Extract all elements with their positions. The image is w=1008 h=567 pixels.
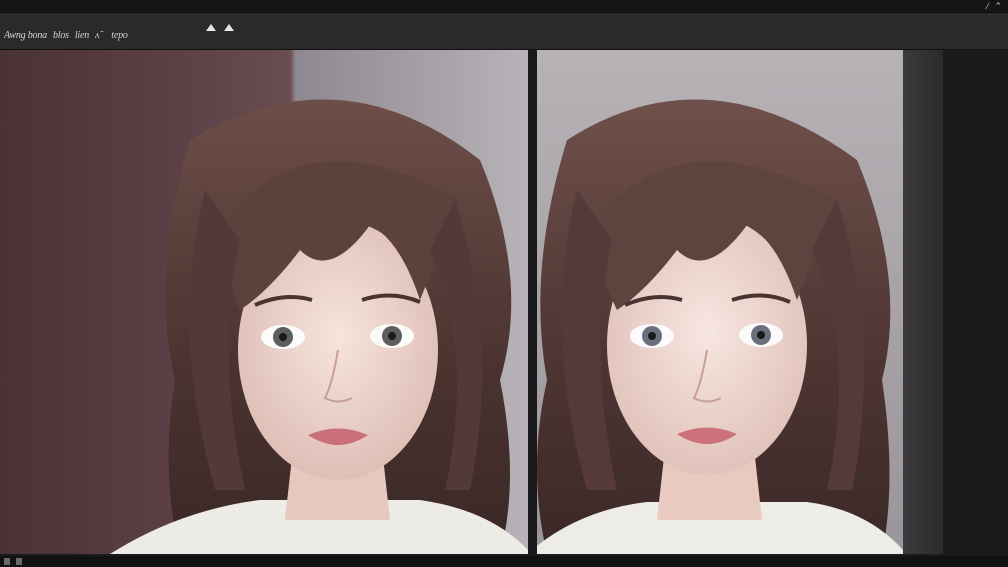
toolbar: Awng bona blos lien ʌ̃ tepo — [0, 13, 1008, 50]
panel-divider[interactable] — [528, 50, 537, 554]
title-bar: ⁄ ⌃ — [0, 0, 1008, 13]
image-panel-left[interactable] — [0, 50, 528, 554]
arrow-up-icon[interactable] — [224, 24, 234, 31]
status-bar — [0, 556, 1008, 567]
menu-item[interactable]: Awng bona — [4, 30, 47, 41]
menu-item[interactable]: lien — [75, 30, 89, 41]
portrait-image-left — [110, 99, 528, 554]
menu-item[interactable]: blos — [53, 30, 69, 41]
image-panel-right[interactable] — [537, 50, 903, 554]
window-controls: ⁄ ⌃ — [987, 0, 1002, 12]
menu-bar: Awng bona blos lien ʌ̃ tepo — [4, 30, 128, 41]
status-icon — [4, 558, 10, 565]
menu-item[interactable]: tepo — [111, 30, 128, 41]
menu-item[interactable]: ʌ̃ — [95, 30, 99, 41]
close-icon[interactable]: ⌃ — [994, 1, 1002, 12]
workspace — [0, 50, 1008, 556]
minimize-icon[interactable]: ⁄ — [987, 1, 989, 11]
panel-edge — [903, 50, 943, 554]
status-icon — [16, 558, 22, 565]
arrow-up-icon[interactable] — [206, 24, 216, 31]
portrait-image-right — [537, 99, 903, 554]
toolbar-arrows — [206, 24, 234, 31]
